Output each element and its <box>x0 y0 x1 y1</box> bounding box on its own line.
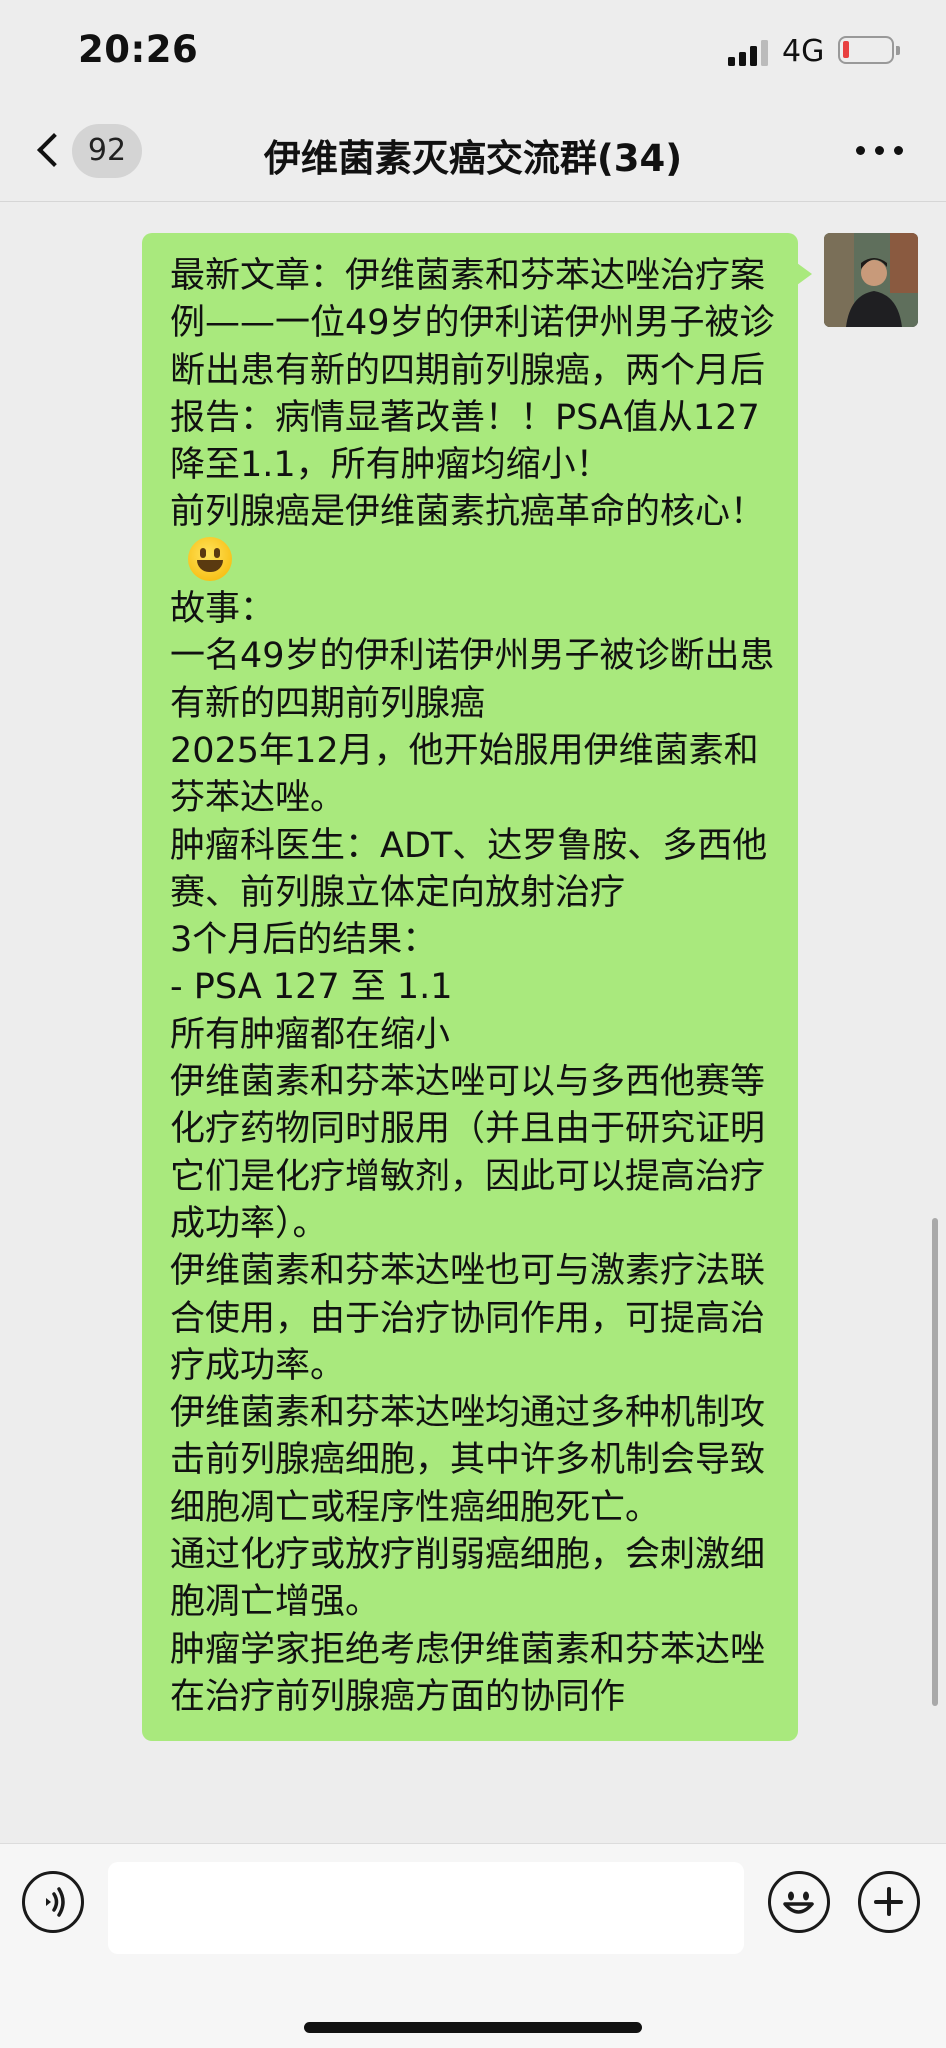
grinning-face-icon <box>188 536 232 581</box>
message-line: 2025年12月，他开始服用伊维菌素和芬苯达唑。 <box>170 730 759 819</box>
chat-messages[interactable]: 最新文章：伊维菌素和芬苯达唑治疗案例——一位49岁的伊利诺伊州男子被诊断出患有新… <box>0 203 946 1843</box>
message-line: 伊维菌素和芬苯达唑均通过多种机制攻击前列腺癌细胞，其中许多机制会导致细胞凋亡或程… <box>170 1393 766 1528</box>
message-line: 前列腺癌是伊维菌素抗癌革命的核心！ <box>170 489 778 586</box>
input-bar <box>0 1843 946 2048</box>
status-time: 20:26 <box>78 28 199 71</box>
more-dots-icon[interactable] <box>856 146 904 158</box>
message-line: 故事： <box>170 589 276 630</box>
message-line: 通过化疗或放疗削弱癌细胞，会刺激细胞凋亡增强。 <box>170 1535 766 1623</box>
status-bar: 20:26 4G <box>0 0 946 100</box>
message-input[interactable] <box>108 1862 744 1954</box>
message-line: - PSA 127 至 1.1 <box>170 967 453 1008</box>
signal-strength-icon <box>728 38 770 66</box>
message-line: 最新文章：伊维菌素和芬苯达唑治疗案例——一位49岁的伊利诺伊州男子被诊断出患有新… <box>170 256 775 486</box>
message-line: 所有肿瘤都在缩小 <box>170 1014 451 1055</box>
message-line: 伊维菌素和芬苯达唑也可与激素疗法联合使用，由于治疗协同作用，可提高治疗成功率。 <box>170 1251 766 1386</box>
chat-title: 伊维菌素灭癌交流群(34) <box>263 137 683 180</box>
plus-icon[interactable] <box>858 1871 920 1933</box>
smiley-face <box>783 1891 814 1914</box>
battery-icon <box>838 36 900 64</box>
message-line: 肿瘤科医生：ADT、达罗鲁胺、多西他赛、前列腺立体定向放射治疗 <box>170 825 768 913</box>
emoji-icon[interactable] <box>768 1871 830 1933</box>
avatar[interactable] <box>824 233 918 327</box>
battery-level <box>843 41 849 58</box>
message-line: 一名49岁的伊利诺伊州男子被诊断出患有新的四期前列腺癌 <box>170 636 775 724</box>
message-line: 3个月后的结果： <box>170 920 438 961</box>
home-indicator[interactable] <box>304 2022 642 2033</box>
message-line: 肿瘤学家拒绝考虑伊维菌素和芬苯达唑在治疗前列腺癌方面的协同作 <box>170 1629 766 1717</box>
scrollbar[interactable] <box>932 1218 938 1706</box>
network-type: 4G <box>782 34 825 69</box>
chat-header: 92 伊维菌素灭癌交流群(34) <box>0 100 946 202</box>
message-line: 伊维菌素和芬苯达唑可以与多西他赛等化疗药物同时服用（并且由于研究证明它们是化疗增… <box>170 1062 766 1244</box>
voice-waves <box>46 1887 65 1917</box>
avatar-photo <box>824 233 918 327</box>
voice-icon[interactable] <box>22 1871 84 1933</box>
message-bubble[interactable]: 最新文章：伊维菌素和芬苯达唑治疗案例——一位49岁的伊利诺伊州男子被诊断出患有新… <box>142 233 812 1742</box>
